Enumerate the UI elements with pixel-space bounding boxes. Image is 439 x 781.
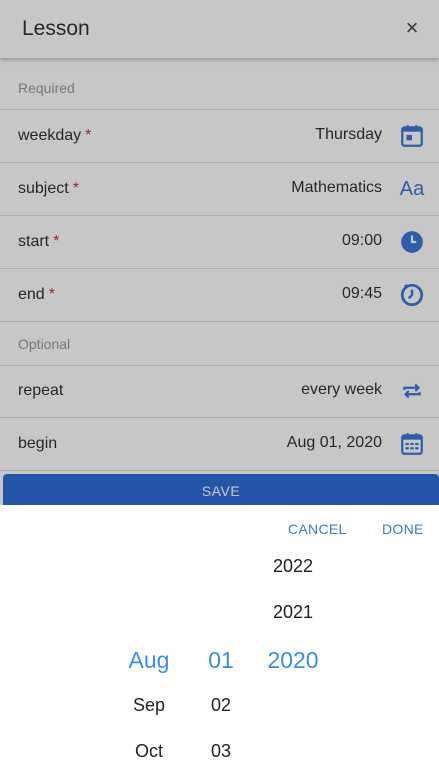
year-option-selected[interactable]: 2020	[267, 647, 318, 674]
cancel-button[interactable]: CANCEL	[288, 521, 347, 537]
subject-label: subject *	[18, 180, 79, 197]
month-option[interactable]: Oct	[135, 741, 163, 762]
repeat-row[interactable]: repeat every week	[0, 365, 439, 418]
weekday-value: Thursday	[315, 126, 382, 143]
weekday-row[interactable]: weekday * Thursday	[0, 110, 439, 163]
month-option-selected[interactable]: Aug	[129, 647, 170, 674]
start-value: 09:00	[341, 232, 382, 249]
section-required: Required	[0, 66, 439, 110]
begin-label: begin	[18, 435, 58, 452]
close-icon[interactable]: ×	[401, 16, 423, 40]
subject-row[interactable]: subject * Mathematics Aa	[0, 163, 439, 216]
dialog-title: Lesson	[22, 17, 90, 40]
subject-value: Mathematics	[291, 179, 382, 196]
start-label: start *	[18, 233, 60, 250]
end-label: end *	[18, 286, 55, 303]
day-option[interactable]: 03	[211, 741, 231, 762]
dialog-header: Lesson ×	[0, 0, 439, 58]
start-row[interactable]: start * 09:00	[0, 216, 439, 269]
year-option[interactable]: 2021	[273, 602, 313, 623]
weekday-label: weekday *	[18, 127, 92, 144]
required-marker: *	[72, 180, 79, 197]
end-value: 09:45	[341, 285, 382, 302]
required-marker: *	[85, 127, 92, 144]
begin-value: Aug 01, 2020	[286, 434, 382, 451]
day-option-selected[interactable]: 01	[208, 647, 234, 674]
clock-icon[interactable]	[399, 229, 425, 255]
required-marker: *	[53, 233, 60, 250]
required-marker: *	[48, 286, 55, 303]
repeat-label: repeat	[18, 382, 64, 399]
calendar-grid-icon[interactable]	[399, 431, 425, 457]
begin-row[interactable]: begin Aug 01, 2020	[0, 418, 439, 471]
done-button[interactable]: DONE	[382, 521, 424, 537]
month-option[interactable]: Sep	[133, 695, 165, 716]
date-picker: CANCEL DONE Aug Sep Oct 01 02 03 2022 20…	[0, 505, 439, 781]
repeat-icon[interactable]	[399, 378, 425, 404]
timer-icon[interactable]	[399, 282, 425, 308]
save-button[interactable]: SAVE	[3, 474, 439, 509]
text-format-icon[interactable]: Aa	[397, 176, 427, 202]
day-option[interactable]: 02	[211, 695, 231, 716]
end-row[interactable]: end * 09:45	[0, 269, 439, 322]
section-optional: Optional	[0, 322, 439, 366]
repeat-value: every week	[301, 381, 382, 398]
lesson-form: Lesson × Required weekday * Thursday subj…	[0, 0, 439, 509]
year-option[interactable]: 2022	[273, 556, 313, 577]
calendar-icon[interactable]	[399, 123, 425, 149]
